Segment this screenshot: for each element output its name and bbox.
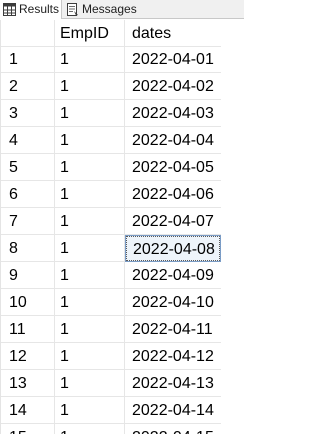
table-row[interactable]: 12 1 2022-04-12 xyxy=(1,343,245,370)
empid-cell[interactable]: 1 xyxy=(55,208,125,235)
empid-cell[interactable]: 1 xyxy=(55,127,125,154)
row-number[interactable]: 7 xyxy=(1,208,55,235)
row-number[interactable]: 15 xyxy=(1,424,55,434)
table-row[interactable]: 4 1 2022-04-04 xyxy=(1,127,245,154)
empid-cell[interactable]: 1 xyxy=(55,100,125,127)
dates-cell[interactable]: 2022-04-09 xyxy=(125,262,221,289)
row-number[interactable]: 4 xyxy=(1,127,55,154)
table-row[interactable]: 13 1 2022-04-13 xyxy=(1,370,245,397)
table-row[interactable]: 9 1 2022-04-09 xyxy=(1,262,245,289)
dates-cell[interactable]: 2022-04-07 xyxy=(125,208,221,235)
empid-cell[interactable]: 1 xyxy=(55,46,125,73)
empid-cell[interactable]: 1 xyxy=(55,397,125,424)
table-row[interactable]: 14 1 2022-04-14 xyxy=(1,397,245,424)
dates-cell[interactable]: 2022-04-06 xyxy=(125,181,221,208)
row-number[interactable]: 6 xyxy=(1,181,55,208)
dates-cell-selected[interactable]: 2022-04-08 xyxy=(125,235,221,262)
messages-icon xyxy=(66,3,79,16)
table-row[interactable]: 6 1 2022-04-06 xyxy=(1,181,245,208)
dates-cell[interactable]: 2022-04-03 xyxy=(125,100,221,127)
row-number[interactable]: 14 xyxy=(1,397,55,424)
table-row[interactable]: 7 1 2022-04-07 xyxy=(1,208,245,235)
dates-cell[interactable]: 2022-04-14 xyxy=(125,397,221,424)
row-number[interactable]: 13 xyxy=(1,370,55,397)
empid-cell[interactable]: 1 xyxy=(55,262,125,289)
dates-cell[interactable]: 2022-04-13 xyxy=(125,370,221,397)
table-row[interactable]: 15 1 2022-04-15 xyxy=(1,424,245,434)
empid-cell[interactable]: 1 xyxy=(55,289,125,316)
dates-cell[interactable]: 2022-04-15 xyxy=(125,424,221,434)
row-number[interactable]: 9 xyxy=(1,262,55,289)
row-number[interactable]: 3 xyxy=(1,100,55,127)
tab-results-label: Results xyxy=(19,2,60,16)
grid-header-row: EmpID dates xyxy=(1,20,245,47)
empid-cell[interactable]: 1 xyxy=(55,154,125,181)
row-number[interactable]: 11 xyxy=(1,316,55,343)
results-grid-icon xyxy=(3,3,16,16)
table-row[interactable]: 5 1 2022-04-05 xyxy=(1,154,245,181)
table-row[interactable]: 1 1 2022-04-01 xyxy=(1,46,245,73)
column-header-dates[interactable]: dates xyxy=(125,20,221,47)
empid-cell[interactable]: 1 xyxy=(55,235,125,262)
empid-cell[interactable]: 1 xyxy=(55,316,125,343)
dates-cell[interactable]: 2022-04-11 xyxy=(125,316,221,343)
table-row[interactable]: 8 1 2022-04-08 xyxy=(1,235,245,262)
dates-cell[interactable]: 2022-04-12 xyxy=(125,343,221,370)
empid-cell[interactable]: 1 xyxy=(55,73,125,100)
dates-cell[interactable]: 2022-04-10 xyxy=(125,289,221,316)
empid-cell[interactable]: 1 xyxy=(55,181,125,208)
results-tabbar: Results Messages xyxy=(0,0,244,19)
row-number[interactable]: 8 xyxy=(1,235,55,262)
tab-messages[interactable]: Messages xyxy=(64,0,137,19)
dates-cell[interactable]: 2022-04-04 xyxy=(125,127,221,154)
empid-cell[interactable]: 1 xyxy=(55,370,125,397)
row-number[interactable]: 1 xyxy=(1,46,55,73)
table-row[interactable]: 3 1 2022-04-03 xyxy=(1,100,245,127)
dates-cell[interactable]: 2022-04-01 xyxy=(125,46,221,73)
tab-messages-label: Messages xyxy=(82,2,137,16)
column-header-empid[interactable]: EmpID xyxy=(55,20,125,47)
empid-cell[interactable]: 1 xyxy=(55,343,125,370)
row-number-header[interactable] xyxy=(1,20,55,47)
tab-results[interactable]: Results xyxy=(0,0,62,19)
dates-cell[interactable]: 2022-04-02 xyxy=(125,73,221,100)
row-number[interactable]: 2 xyxy=(1,73,55,100)
empid-cell[interactable]: 1 xyxy=(55,424,125,434)
table-row[interactable]: 2 1 2022-04-02 xyxy=(1,73,245,100)
row-number[interactable]: 5 xyxy=(1,154,55,181)
dates-cell[interactable]: 2022-04-05 xyxy=(125,154,221,181)
table-row[interactable]: 10 1 2022-04-10 xyxy=(1,289,245,316)
results-grid[interactable]: EmpID dates 1 1 2022-04-01 2 1 2022-04-0… xyxy=(0,20,244,434)
row-number[interactable]: 12 xyxy=(1,343,55,370)
table-row[interactable]: 11 1 2022-04-11 xyxy=(1,316,245,343)
row-number[interactable]: 10 xyxy=(1,289,55,316)
